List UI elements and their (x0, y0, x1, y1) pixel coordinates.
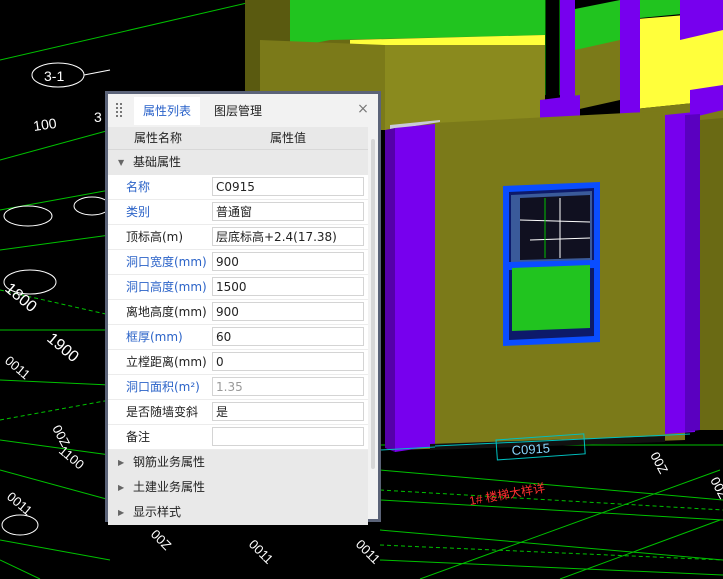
drag-handle-icon[interactable] (116, 103, 124, 117)
property-value-field[interactable]: 0 (212, 352, 364, 371)
property-value-field[interactable]: 900 (212, 252, 364, 271)
property-value-cell: 0 (208, 350, 368, 374)
property-row[interactable]: 洞口宽度(mm) 900 (108, 250, 368, 275)
property-row[interactable]: 立樘距离(mm) 0 (108, 350, 368, 375)
property-name: 立樘距离(mm) (126, 355, 207, 369)
property-value-cell: C0915 (208, 175, 368, 199)
property-value-field[interactable]: 层底标高+2.4(17.38) (212, 227, 364, 246)
axis-bubble-label: 3-1 (44, 68, 64, 84)
expand-arrow-icon[interactable]: ▶ (118, 475, 124, 500)
property-value-cell: 900 (208, 300, 368, 324)
property-value-field[interactable]: 普通窗 (212, 202, 364, 221)
property-value-cell: 900 (208, 250, 368, 274)
property-value-cell (208, 425, 368, 449)
window-tag-label: C0915 (511, 440, 550, 458)
property-name: 备注 (126, 430, 151, 444)
panel-scrollbar[interactable] (371, 139, 375, 469)
group-label: 土建业务属性 (133, 480, 206, 494)
group-label: 基础属性 (133, 155, 182, 169)
group-label: 钢筋业务属性 (133, 455, 206, 469)
property-rows: 名称 C0915 类别 普通窗顶标高(m) 层底标高+2.4(17.38) 洞口宽度(mm… (108, 175, 368, 450)
expand-arrow-icon[interactable]: ▶ (118, 500, 124, 525)
property-value-field[interactable]: 60 (212, 327, 364, 346)
window-c0915[interactable] (503, 182, 600, 346)
property-row[interactable]: 框厚(mm) 60 (108, 325, 368, 350)
column-left[interactable] (395, 124, 435, 452)
close-icon[interactable]: × (356, 102, 370, 116)
group-civil-properties[interactable]: ▶ 土建业务属性 (108, 475, 368, 500)
property-table: 属性名称 属性值 ▼ 基础属性 名称 C0915 类别 普通窗顶标高(m) 层底标高+2… (108, 127, 368, 525)
property-name: 框厚(mm) (126, 330, 183, 344)
header-property-name: 属性名称 (133, 131, 182, 145)
expand-arrow-icon[interactable]: ▶ (118, 450, 124, 475)
property-name: 顶标高(m) (126, 230, 184, 244)
property-row[interactable]: 洞口高度(mm) 1500 (108, 275, 368, 300)
group-display-style[interactable]: ▶ 显示样式 (108, 500, 368, 525)
property-value-field[interactable]: 900 (212, 302, 364, 321)
property-panel[interactable]: 属性列表 图层管理 × 属性名称 属性值 ▼ 基础属性 名称 C0915 类别 普通窗… (105, 91, 381, 525)
property-name: 类别 (126, 205, 151, 219)
property-value-cell: 普通窗 (208, 200, 368, 224)
dim-label-3: 3 (94, 109, 102, 125)
dim-label-100: 100 (32, 115, 58, 134)
property-value-cell: 1.35 (208, 375, 368, 399)
property-value-field: 1.35 (212, 377, 364, 396)
tab-layer-management[interactable]: 图层管理 (214, 103, 262, 119)
group-basic-properties[interactable]: ▼ 基础属性 (108, 150, 368, 175)
property-name: 洞口宽度(mm) (126, 255, 207, 269)
property-row[interactable]: 离地高度(mm) 900 (108, 300, 368, 325)
property-name: 是否随墙变斜 (126, 405, 199, 419)
property-row[interactable]: 顶标高(m) 层底标高+2.4(17.38) (108, 225, 368, 250)
header-property-value: 属性值 (269, 131, 306, 145)
tab-property-list[interactable]: 属性列表 (134, 97, 200, 125)
property-name: 离地高度(mm) (126, 305, 207, 319)
property-value-cell: 层底标高+2.4(17.38) (208, 225, 368, 249)
property-row[interactable]: 名称 C0915 (108, 175, 368, 200)
property-value-cell: 是 (208, 400, 368, 424)
property-row[interactable]: 类别 普通窗 (108, 200, 368, 225)
property-name: 洞口高度(mm) (126, 280, 207, 294)
group-label: 显示样式 (133, 505, 182, 519)
panel-tab-bar: 属性列表 图层管理 × (108, 94, 378, 127)
property-row[interactable]: 备注 (108, 425, 368, 450)
property-row[interactable]: 是否随墙变斜是 (108, 400, 368, 425)
property-value-cell: 1500 (208, 275, 368, 299)
property-value-field[interactable] (212, 427, 364, 446)
collapse-arrow-icon[interactable]: ▼ (118, 150, 124, 175)
group-rebar-properties[interactable]: ▶ 钢筋业务属性 (108, 450, 368, 475)
property-value-field[interactable]: 1500 (212, 277, 364, 296)
property-row[interactable]: 洞口面积(m²) 1.35 (108, 375, 368, 400)
property-value-field[interactable]: 是 (212, 402, 364, 421)
property-table-header: 属性名称 属性值 (108, 127, 368, 150)
property-value-cell: 60 (208, 325, 368, 349)
property-name: 洞口面积(m²) (126, 380, 200, 394)
property-name: 名称 (126, 180, 151, 194)
property-value-field[interactable]: C0915 (212, 177, 364, 196)
